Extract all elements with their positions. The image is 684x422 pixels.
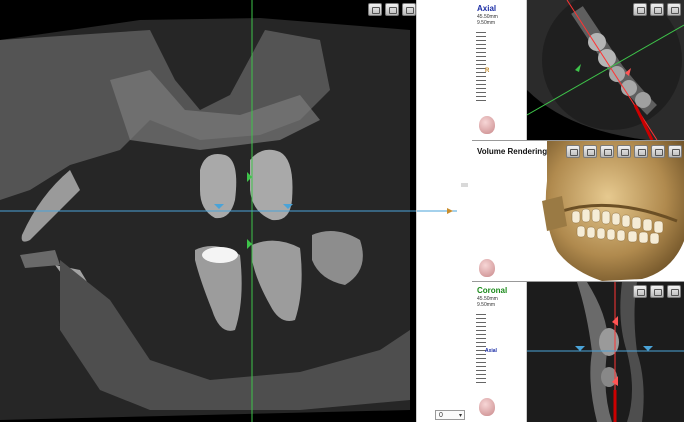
main-toolbar — [368, 3, 416, 16]
head-orientation-icon-coronal[interactable] — [479, 398, 495, 416]
axial-r-marker: R — [485, 68, 490, 74]
coronal-toolbar-button-3[interactable] — [667, 285, 681, 298]
axial-view[interactable] — [527, 0, 684, 140]
volume-rendering-panel[interactable]: Volume Rendering — [472, 140, 684, 282]
volume-toolbar-button-2[interactable] — [583, 145, 597, 158]
volume-toolbar-button-7[interactable] — [668, 145, 682, 158]
coronal-info-line2: 9.50mm — [477, 302, 496, 308]
axial-info: Axial 45.50mm 9.50mm R — [472, 0, 527, 140]
slice-position-arrow — [447, 208, 453, 214]
slice-marker-track — [417, 183, 468, 214]
head-orientation-icon[interactable] — [479, 116, 495, 134]
coronal-panel[interactable]: Coronal 45.50mm 9.50mm Axial — [472, 282, 684, 422]
coronal-toolbar-button-2[interactable] — [650, 285, 664, 298]
axial-panel[interactable]: Axial 45.50mm 9.50mm R — [472, 0, 684, 140]
skull-3d-render — [542, 141, 684, 281]
coronal-axial-marker: Axial — [485, 348, 497, 354]
volume-toolbar-button-5[interactable] — [634, 145, 648, 158]
volume-toolbar — [566, 145, 682, 158]
slice-select-value: 0 — [439, 412, 443, 419]
chevron-down-icon: ▾ — [458, 413, 462, 419]
coronal-scan-image — [527, 282, 684, 422]
toolbar-button-1[interactable] — [368, 3, 382, 16]
coronal-toolbar-button-1[interactable] — [633, 285, 647, 298]
volume-toolbar-button-4[interactable] — [617, 145, 631, 158]
head-orientation-icon-vr[interactable] — [479, 259, 495, 277]
axial-toolbar-button-2[interactable] — [650, 3, 664, 16]
sagittal-scan-image — [0, 0, 416, 422]
axial-scan-image — [527, 0, 684, 140]
slice-select[interactable]: 0 ▾ — [435, 410, 465, 420]
coronal-toolbar — [633, 285, 681, 298]
volume-toolbar-button-3[interactable] — [600, 145, 614, 158]
axial-toolbar-button-1[interactable] — [633, 3, 647, 16]
toolbar-button-3[interactable] — [402, 3, 416, 16]
axial-title: Axial — [477, 4, 497, 13]
axial-toolbar-button-3[interactable] — [667, 3, 681, 16]
coronal-view[interactable] — [527, 282, 684, 422]
volume-toolbar-button-1[interactable] — [566, 145, 580, 158]
volume-toolbar-button-6[interactable] — [651, 145, 665, 158]
coronal-title: Coronal — [477, 286, 508, 295]
toolbar-button-2[interactable] — [385, 3, 399, 16]
coronal-info: Coronal 45.50mm 9.50mm Axial — [472, 282, 527, 422]
axial-toolbar — [633, 3, 681, 16]
slice-slider-panel[interactable]: 0 ▾ — [416, 0, 472, 422]
axial-info-line2: 9.50mm — [477, 20, 496, 26]
sagittal-view[interactable] — [0, 0, 416, 422]
